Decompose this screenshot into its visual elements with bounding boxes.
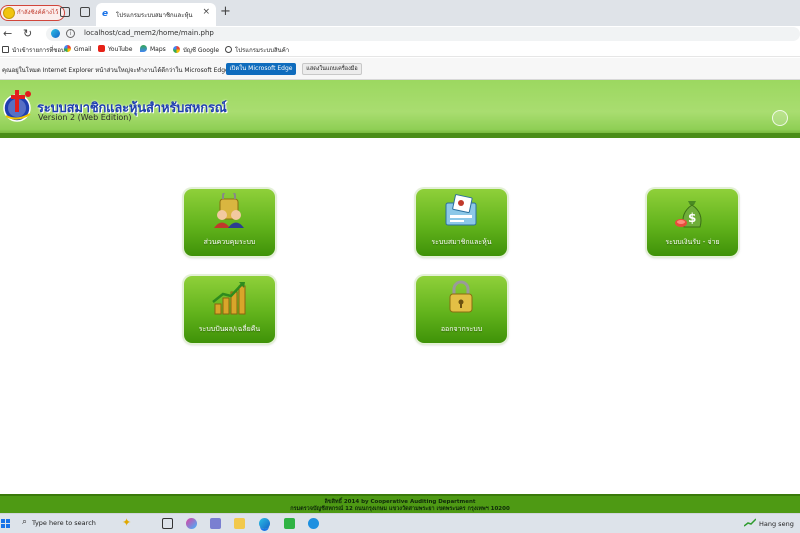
bookmark-label: Gmail xyxy=(74,46,92,53)
menu-system-control[interactable]: ส่วนควบคุมระบบ xyxy=(184,189,275,256)
folder-icon xyxy=(2,46,9,53)
ie-mode-banner: คุณอยู่ในโหมด Internet Explorer หน้าส่วน… xyxy=(0,58,800,80)
browser-tab-active[interactable]: e โปรแกรมระบบสมาชิกและหุ้น × xyxy=(96,3,216,26)
ie-mode-message: คุณอยู่ในโหมด Internet Explorer หน้าส่วน… xyxy=(2,67,229,74)
menu-label: ส่วนควบคุมระบบ xyxy=(203,238,256,246)
padlock-icon xyxy=(449,280,473,313)
line-app-icon[interactable] xyxy=(284,518,295,529)
stock-chart-icon xyxy=(744,518,756,527)
google-icon xyxy=(173,46,180,53)
menu-label: ออกจากระบบ xyxy=(440,325,483,333)
bookmark-product-system[interactable]: โปรแกรมระบบสินค้า xyxy=(225,45,289,55)
menu-label: ระบบเงินรับ - จ่าย xyxy=(665,238,720,246)
menu-dividends[interactable]: ระบบปันผล/เฉลี่ยคืน xyxy=(184,276,275,343)
app-footer: ลิขสิทธิ์ 2014 by Cooperative Auditing D… xyxy=(0,494,800,513)
bookmark-label: บัญชี Google xyxy=(183,47,220,54)
bookmark-label: YouTube xyxy=(108,46,133,53)
address-bar: ← ↻ i localhost/cad_mem2/home/main.php xyxy=(0,26,800,42)
url-text[interactable]: localhost/cad_mem2/home/main.php xyxy=(84,29,214,37)
bookmark-label: นำเข้ารายการที่ชอบ xyxy=(12,47,65,54)
tab-title: โปรแกรมระบบสมาชิกและหุ้น xyxy=(116,12,193,19)
show-in-toolbar-button[interactable]: แสดงในแถบเครื่องมือ xyxy=(302,63,362,75)
ie-mode-indicator-icon[interactable] xyxy=(51,29,60,38)
dividend-chart-icon xyxy=(212,282,246,315)
menu-logout[interactable]: ออกจากระบบ xyxy=(416,276,507,343)
cooperative-logo-icon xyxy=(3,90,31,122)
close-tab-icon[interactable]: × xyxy=(202,7,210,17)
footer-address: กรมตรวจบัญชีสหกรณ์ 12 ถนนกรุงเกษม แขวงวั… xyxy=(290,506,510,512)
menu-member-shares[interactable]: ระบบสมาชิกและหุ้น xyxy=(416,189,507,256)
back-button[interactable]: ← xyxy=(3,26,12,42)
new-tab-button[interactable]: + xyxy=(220,5,231,19)
site-info-icon[interactable]: i xyxy=(66,29,75,38)
tab-actions-icon[interactable] xyxy=(80,7,90,17)
admin-user-icon xyxy=(214,193,244,228)
bookmark-google-account[interactable]: บัญชี Google xyxy=(173,45,219,55)
bookmark-maps[interactable]: Maps xyxy=(140,45,166,53)
profile-label: กำลังซิงค์ค้างไว้ xyxy=(17,9,59,16)
profile-avatar-icon xyxy=(3,7,15,19)
app-version: Version 2 (Web Edition) xyxy=(38,113,132,122)
search-highlight-icon[interactable]: ✦ xyxy=(122,516,131,529)
header-round-button[interactable] xyxy=(772,110,788,126)
menu-label: ระบบปันผล/เฉลี่ยคืน xyxy=(198,325,261,333)
bookmark-gmail[interactable]: Gmail xyxy=(64,45,92,53)
telegram-icon[interactable] xyxy=(308,518,319,529)
menu-receipts-payments[interactable]: $ ระบบเงินรับ - จ่าย xyxy=(647,189,738,256)
app-header: ระบบสมาชิกและหุ้นสำหรับสหกรณ์ Version 2 … xyxy=(0,80,800,138)
maps-icon xyxy=(140,45,147,52)
bookmark-label: Maps xyxy=(150,46,166,53)
task-view-icon[interactable] xyxy=(162,518,173,529)
copilot-icon[interactable] xyxy=(186,518,197,529)
store-icon[interactable] xyxy=(210,518,221,529)
edge-taskbar-icon[interactable] xyxy=(259,518,270,529)
menu-label: ระบบสมาชิกและหุ้น xyxy=(431,238,492,246)
bookmarks-bar: นำเข้ารายการที่ชอบ Gmail YouTube Maps บั… xyxy=(0,42,800,57)
svg-text:$: $ xyxy=(688,211,696,225)
bookmark-import[interactable]: นำเข้ารายการที่ชอบ xyxy=(2,45,65,55)
google-icon xyxy=(64,45,71,52)
bookmark-label: โปรแกรมระบบสินค้า xyxy=(235,47,290,54)
windows-taskbar: ⌕ Type here to search ✦ Hang seng xyxy=(0,513,800,533)
member-card-icon xyxy=(445,194,477,226)
bookmark-youtube[interactable]: YouTube xyxy=(98,45,132,53)
url-field[interactable]: i localhost/cad_mem2/home/main.php xyxy=(46,27,800,41)
workspaces-icon[interactable] xyxy=(60,7,70,17)
open-in-edge-button[interactable]: เปิดใน Microsoft Edge xyxy=(226,63,296,75)
youtube-icon xyxy=(98,45,105,52)
search-icon: ⌕ xyxy=(22,517,28,527)
browser-tab-strip: กำลังซิงค์ค้างไว้ e โปรแกรมระบบสมาชิกและ… xyxy=(0,0,800,26)
globe-icon xyxy=(225,46,232,53)
refresh-button[interactable]: ↻ xyxy=(23,26,32,42)
search-placeholder: Type here to search xyxy=(32,519,96,527)
file-explorer-icon[interactable] xyxy=(234,518,245,529)
start-button[interactable] xyxy=(1,519,11,529)
ie-mode-icon: e xyxy=(102,9,109,19)
taskbar-stock-widget[interactable]: Hang seng xyxy=(744,518,794,528)
profile-button[interactable]: กำลังซิงค์ค้างไว้ xyxy=(0,5,66,21)
stock-widget-label: Hang seng xyxy=(759,520,794,528)
money-bag-icon: $ xyxy=(675,201,702,228)
